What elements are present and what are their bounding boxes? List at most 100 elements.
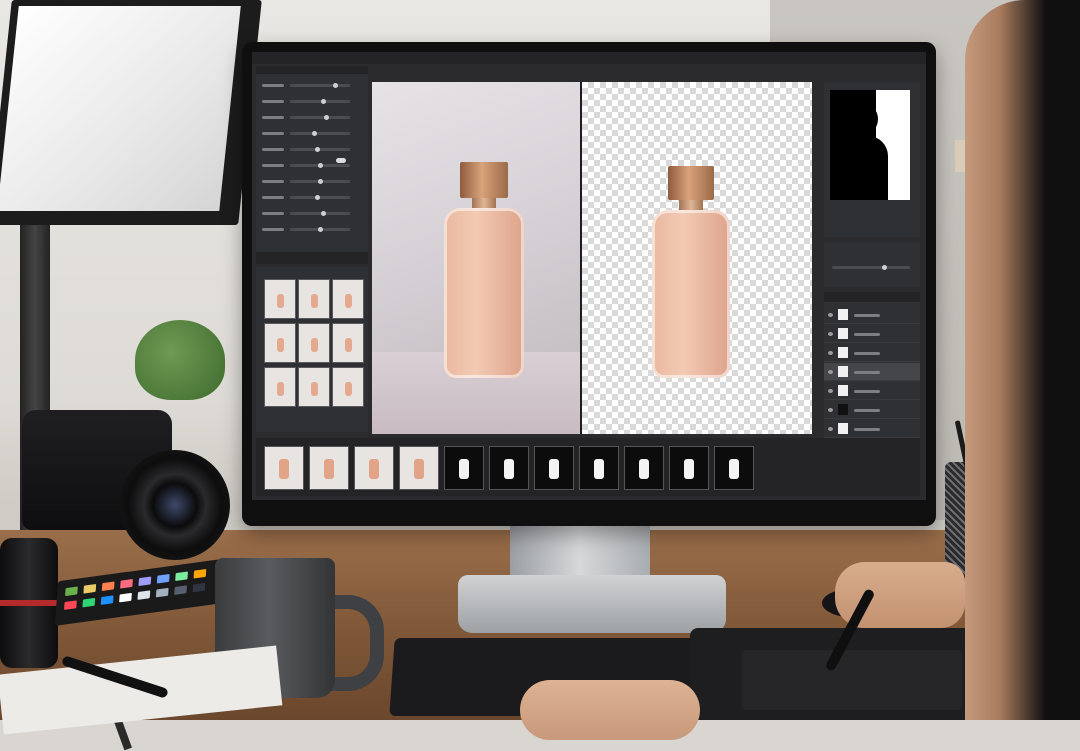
layer-row[interactable] [824, 420, 920, 438]
adjustment-slider[interactable] [290, 116, 350, 119]
visibility-eye-icon[interactable] [828, 351, 833, 355]
bottle-thumbnail [345, 294, 352, 308]
mask-thumbnail [639, 459, 649, 479]
filmstrip-frame[interactable] [399, 446, 439, 490]
layer-row[interactable] [824, 325, 920, 343]
silhouette-body [844, 136, 888, 200]
preset-thumbnail[interactable] [332, 323, 364, 363]
layer-name [854, 352, 880, 355]
adjustment-slider[interactable] [290, 84, 350, 87]
slider-label [262, 212, 284, 215]
perfume-bottle [444, 208, 524, 378]
canvas-cutout[interactable] [582, 82, 812, 434]
tablet-active-area [742, 650, 962, 710]
person [965, 0, 1080, 720]
visibility-eye-icon[interactable] [828, 370, 833, 374]
preset-thumbnail[interactable] [264, 323, 296, 363]
bottle-thumbnail [277, 294, 284, 308]
filmstrip-frame[interactable] [264, 446, 304, 490]
layer-row[interactable] [824, 306, 920, 324]
color-swatch [192, 582, 206, 593]
camera-lens [120, 450, 230, 560]
mask-thumbnail [684, 459, 694, 479]
refine-panel [824, 242, 920, 287]
adjustment-slider[interactable] [290, 212, 350, 215]
bottle-thumbnail [369, 459, 379, 479]
mask-frame[interactable] [444, 446, 484, 490]
potted-plant [135, 320, 225, 400]
layer-name [854, 371, 880, 374]
slider-knob[interactable] [318, 179, 323, 184]
toggle-switch[interactable] [336, 158, 346, 163]
filmstrip [256, 438, 920, 496]
adjustment-slider[interactable] [290, 148, 350, 151]
bottle-thumbnail [345, 382, 352, 396]
preset-thumbnail[interactable] [264, 279, 296, 319]
slider-knob[interactable] [312, 131, 317, 136]
adjustment-slider[interactable] [290, 196, 350, 199]
visibility-eye-icon[interactable] [828, 427, 833, 431]
mask-frame[interactable] [534, 446, 574, 490]
layer-thumbnail [838, 328, 848, 339]
adjustment-slider[interactable] [290, 100, 350, 103]
mask-frame[interactable] [624, 446, 664, 490]
layer-row[interactable] [824, 382, 920, 400]
slider-knob[interactable] [318, 163, 323, 168]
perfume-bottle [652, 210, 730, 378]
slider-knob[interactable] [315, 195, 320, 200]
slider-label [262, 164, 284, 167]
mask-frame[interactable] [669, 446, 709, 490]
preset-thumbnail[interactable] [298, 323, 330, 363]
mask-thumbnail [729, 459, 739, 479]
bottle-thumbnail [345, 338, 352, 352]
refine-slider[interactable] [832, 266, 910, 269]
mask-frame[interactable] [714, 446, 754, 490]
slider-knob[interactable] [321, 99, 326, 104]
monitor-stand-base [458, 575, 726, 633]
layer-name [854, 409, 880, 412]
slider-knob[interactable] [321, 211, 326, 216]
mask-frame[interactable] [489, 446, 529, 490]
preset-thumbnail[interactable] [298, 367, 330, 407]
layer-name [854, 314, 880, 317]
lens-red-ring [0, 600, 58, 606]
visibility-eye-icon[interactable] [828, 332, 833, 336]
filmstrip-frame[interactable] [309, 446, 349, 490]
refine-slider-knob[interactable] [882, 265, 887, 270]
left-hand [520, 680, 700, 740]
visibility-eye-icon[interactable] [828, 389, 833, 393]
panel-tab-bar[interactable] [256, 252, 368, 264]
layer-name [854, 333, 880, 336]
slider-label [262, 180, 284, 183]
mask-thumbnail [504, 459, 514, 479]
layer-thumbnail [838, 404, 848, 415]
visibility-eye-icon[interactable] [828, 313, 833, 317]
adjustments-panel-header [256, 66, 368, 74]
slider-knob[interactable] [324, 115, 329, 120]
preset-thumbnail[interactable] [332, 279, 364, 319]
adjustment-slider[interactable] [290, 132, 350, 135]
color-swatch [119, 592, 132, 603]
slider-label [262, 116, 284, 119]
color-swatch [156, 573, 170, 584]
preset-thumbnail[interactable] [332, 367, 364, 407]
slider-knob[interactable] [333, 83, 338, 88]
slider-label [262, 100, 284, 103]
mask-frame[interactable] [579, 446, 619, 490]
layer-thumbnail [838, 366, 848, 377]
layer-row[interactable] [824, 344, 920, 362]
preset-thumbnail[interactable] [264, 367, 296, 407]
layer-row[interactable] [824, 401, 920, 419]
visibility-eye-icon[interactable] [828, 408, 833, 412]
slider-knob[interactable] [315, 147, 320, 152]
canvas-original[interactable] [372, 82, 580, 434]
preset-thumbnail[interactable] [298, 279, 330, 319]
slider-knob[interactable] [318, 227, 323, 232]
bottle-thumbnail [277, 338, 284, 352]
filmstrip-frame[interactable] [354, 446, 394, 490]
bottle-thumbnail [311, 338, 318, 352]
layer-thumbnail [838, 385, 848, 396]
slider-label [262, 132, 284, 135]
layer-row[interactable] [824, 363, 920, 381]
slider-label [262, 84, 284, 87]
